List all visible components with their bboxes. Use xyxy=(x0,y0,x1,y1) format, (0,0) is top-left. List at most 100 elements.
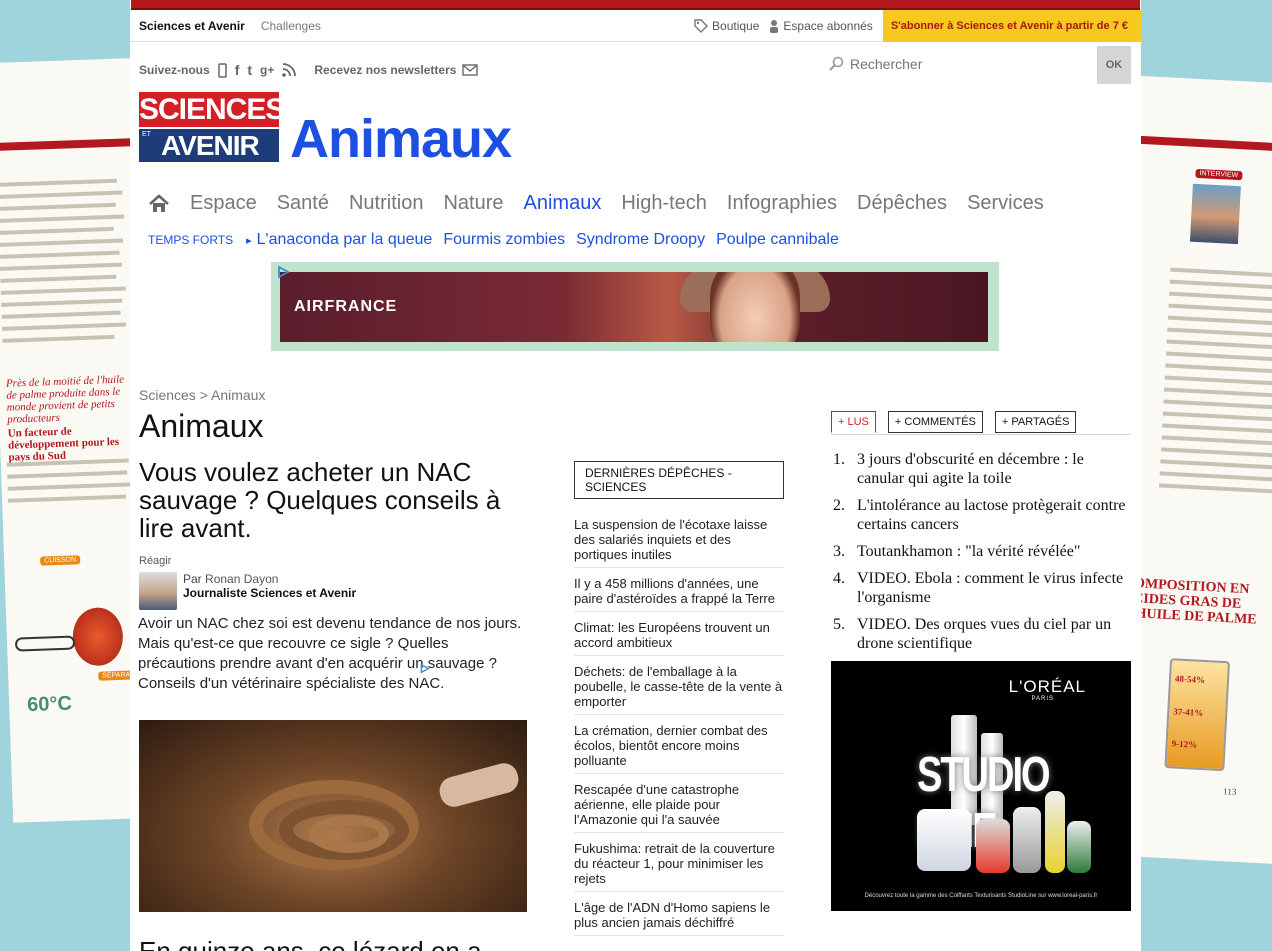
search-ok-button[interactable]: OK xyxy=(1097,46,1131,84)
search-icon xyxy=(829,56,844,71)
magazine-cuisson-label: CUISSON xyxy=(40,555,81,566)
rank-number: 2. xyxy=(833,497,845,514)
logo-line-2: AVENIR xyxy=(139,129,279,162)
follow-label: Suivez-nous xyxy=(139,63,210,77)
depeches-header[interactable]: DERNIÈRES DÉPÊCHES - SCIENCES xyxy=(574,461,784,499)
list-item[interactable]: 4. VIDEO. Ebola : comment le virus infect… xyxy=(833,569,1133,607)
search-input[interactable] xyxy=(850,56,1100,72)
list-item[interactable]: Il y a 458 millions d'années, une paire … xyxy=(574,568,784,612)
list-item[interactable]: 5. VIDEO. Des orques vues du ciel par un … xyxy=(833,615,1133,653)
temps-fort-link[interactable]: Poulpe cannibale xyxy=(716,231,839,249)
rank-number: 5. xyxy=(833,616,845,633)
tab-partages[interactable]: + PARTAGÉS xyxy=(994,411,1077,433)
espace-abonnes-label: Espace abonnés xyxy=(783,18,873,33)
top-bar: Sciences et Avenir Challenges Boutique E… xyxy=(130,9,1141,42)
list-item[interactable]: Rescapée d'une catastrophe aérienne, ell… xyxy=(574,774,784,833)
ad-banner-image: AIRFRANCE xyxy=(280,272,988,342)
list-item[interactable]: 3. Toutankhamon : "la vérité révélée" xyxy=(833,542,1133,561)
adchoices-icon[interactable] xyxy=(276,265,290,279)
espace-abonnes-link[interactable]: Espace abonnés xyxy=(769,18,873,33)
ad-product-jar xyxy=(917,809,971,871)
hand-shape xyxy=(436,760,522,810)
list-item[interactable]: La suspension de l'écotaxe laisse des sa… xyxy=(574,509,784,568)
rank-number: 4. xyxy=(833,570,845,587)
nav-item-high-tech[interactable]: High-tech xyxy=(621,192,707,215)
article-photo-snake[interactable] xyxy=(139,720,527,912)
home-icon[interactable] xyxy=(148,193,170,215)
avatar xyxy=(139,572,177,610)
ad-loreal-paris: PARIS xyxy=(1031,696,1054,702)
ad-square[interactable]: L'ORÉAL PARIS STUDIO LINE Découvrez tout… xyxy=(831,661,1131,911)
site-logo[interactable]: SCIENCES AVENIR ET xyxy=(139,92,285,162)
nav-item-nature[interactable]: Nature xyxy=(443,192,503,215)
tab-commentes[interactable]: + COMMENTÉS xyxy=(887,411,983,433)
temps-fort-link[interactable]: Syndrome Droopy xyxy=(576,231,705,249)
boutique-link[interactable]: Boutique xyxy=(694,19,759,33)
nav-item-sante[interactable]: Santé xyxy=(277,192,329,215)
list-item[interactable]: 1. 3 jours d'obscurité en décembre : le c… xyxy=(833,450,1133,488)
ad-banner[interactable]: AIRFRANCE xyxy=(271,262,999,351)
newsletters-label: Recevez nos newsletters xyxy=(314,63,457,77)
ad-product-jar xyxy=(1067,821,1091,873)
popular-tabs: + LUS + COMMENTÉS + PARTAGÉS xyxy=(831,411,1077,433)
list-item[interactable]: La crémation, dernier combat des écolos,… xyxy=(574,715,784,774)
magazine-text-line xyxy=(1170,267,1272,278)
logo-line-1: SCIENCES xyxy=(139,92,285,127)
next-article-title[interactable]: En quinze ans, ce lézard en a xyxy=(139,936,482,951)
nav-item-nutrition[interactable]: Nutrition xyxy=(349,192,423,215)
magazine-text-line xyxy=(0,250,120,259)
challenges-link[interactable]: Challenges xyxy=(261,19,321,33)
subscribe-button[interactable]: S'abonner à Sciences et Avenir à partir … xyxy=(882,9,1141,42)
ad-airfrance-logo: AIRFRANCE xyxy=(294,298,398,315)
search-box xyxy=(828,56,1100,72)
list-item[interactable]: Fukushima: retrait de la couverture du r… xyxy=(574,833,784,892)
list-item[interactable]: Climat: les Européens trouvent un accord… xyxy=(574,612,784,656)
tab-lus[interactable]: + LUS xyxy=(831,411,876,433)
ad-product-jar xyxy=(1013,807,1041,873)
ad-product-jar xyxy=(1045,791,1065,873)
depeches-list: La suspension de l'écotaxe laisse des sa… xyxy=(574,509,784,936)
adchoices-icon[interactable] xyxy=(419,663,430,674)
nav-item-services[interactable]: Services xyxy=(967,192,1044,215)
author-name[interactable]: Ronan Dayon xyxy=(205,572,278,586)
boutique-label: Boutique xyxy=(712,18,760,33)
mobile-icon[interactable] xyxy=(217,62,227,78)
popular-title: Toutankhamon : "la vérité révélée" xyxy=(857,543,1081,560)
list-item[interactable]: L'âge de l'ADN d'Homo sapiens le plus an… xyxy=(574,892,784,936)
twitter-icon[interactable]: t xyxy=(247,62,252,78)
magazine-text-line xyxy=(1162,423,1272,434)
rank-number: 3. xyxy=(833,543,845,560)
temps-fort-link[interactable]: L'anaconda par la queue xyxy=(257,231,433,249)
magazine-text-line xyxy=(1,322,127,331)
facebook-icon[interactable]: f xyxy=(235,62,240,78)
popular-title: 3 jours d'obscurité en décembre : le can… xyxy=(857,451,1084,487)
magazine-page-number: 113 xyxy=(1222,786,1237,797)
temps-fort-link[interactable]: Fourmis zombies xyxy=(443,231,565,249)
main-nav: Espace Santé Nutrition Nature Animaux Hi… xyxy=(148,192,1044,215)
nav-item-animaux[interactable]: Animaux xyxy=(524,192,602,215)
list-item[interactable]: 2. L'intolérance au lactose protègerait c… xyxy=(833,496,1133,534)
magazine-pct-2: 37-41% xyxy=(1173,706,1204,718)
googleplus-icon[interactable]: g+ xyxy=(260,63,274,77)
ad-face xyxy=(710,272,800,342)
article-title[interactable]: Vous voulez acheter un NAC sauvage ? Que… xyxy=(139,458,539,542)
breadcrumb[interactable]: Sciences > Animaux xyxy=(139,387,265,403)
nav-item-espace[interactable]: Espace xyxy=(190,192,257,215)
rss-icon[interactable] xyxy=(282,63,297,77)
tabs-divider xyxy=(831,434,1131,435)
top-red-strip xyxy=(131,0,1140,10)
nav-item-infographies[interactable]: Infographies xyxy=(727,192,837,215)
magazine-text-line xyxy=(1167,315,1272,326)
reagir-link[interactable]: Réagir xyxy=(139,555,171,567)
newsletters-link[interactable]: Recevez nos newsletters xyxy=(314,63,479,77)
magazine-text-line xyxy=(2,334,115,343)
brand-link[interactable]: Sciences et Avenir xyxy=(139,19,245,33)
logo-et: ET xyxy=(142,131,151,138)
magazine-text-line xyxy=(0,286,126,295)
list-item[interactable]: Déchets: de l'emballage à la poubelle, l… xyxy=(574,656,784,715)
magazine-interview-tag: INTERVIEW xyxy=(1195,168,1243,181)
nav-item-depeches[interactable]: Dépêches xyxy=(857,192,947,215)
popular-list: 1. 3 jours d'obscurité en décembre : le c… xyxy=(833,450,1133,661)
magazine-text-line xyxy=(0,178,118,187)
magazine-text-line xyxy=(0,226,114,235)
